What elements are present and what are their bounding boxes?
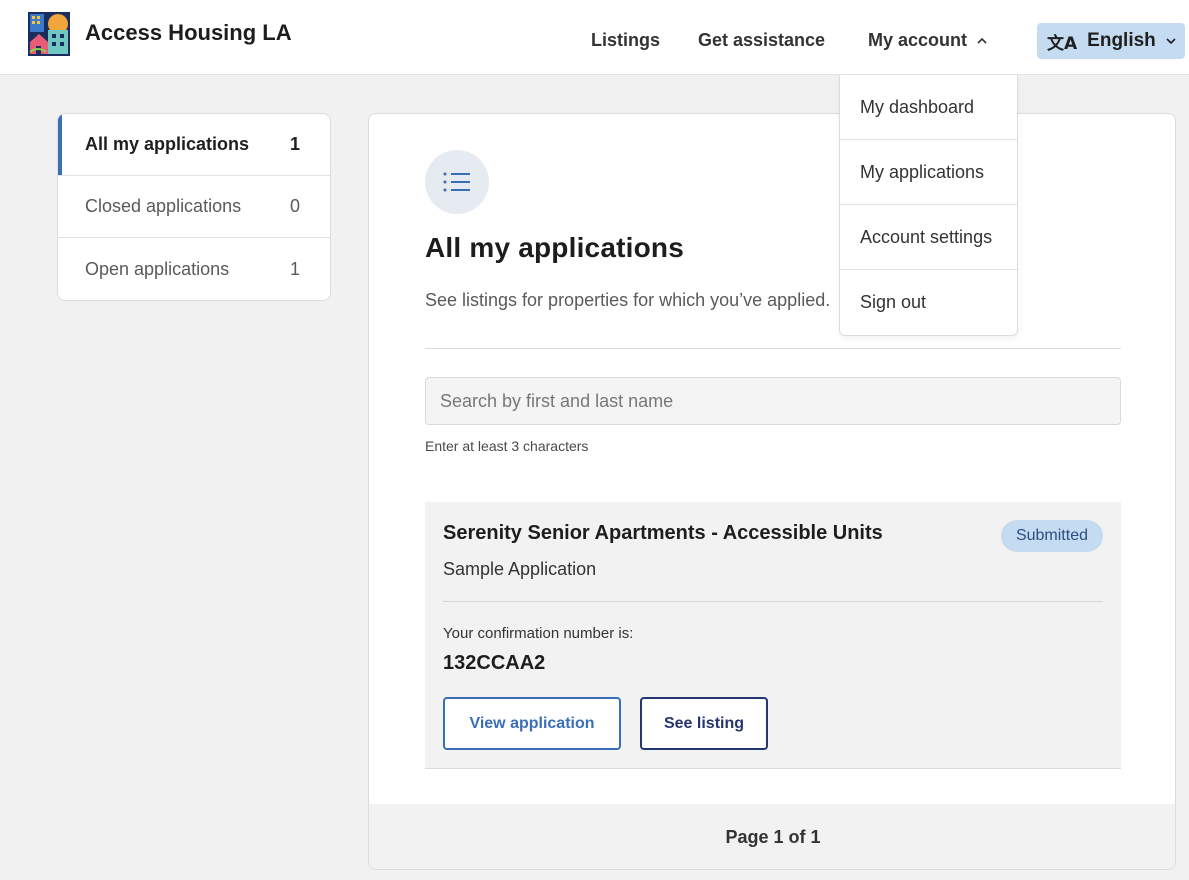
list-icon-circle bbox=[425, 150, 489, 214]
menu-item-my-dashboard[interactable]: My dashboard bbox=[840, 75, 1017, 140]
sidebar-item-closed-applications[interactable]: Closed applications 0 bbox=[58, 176, 330, 238]
view-application-button[interactable]: View application bbox=[443, 697, 621, 750]
translate-icon: 文A bbox=[1047, 33, 1078, 54]
sidebar-item-count: 1 bbox=[289, 258, 300, 279]
applications-sidebar: All my applications 1 Closed application… bbox=[57, 113, 331, 301]
sidebar-item-label: Open applications bbox=[85, 258, 230, 279]
pagination: Page 1 of 1 bbox=[369, 804, 1175, 869]
application-listing-name: Serenity Senior Apartments - Accessible … bbox=[443, 522, 883, 544]
divider bbox=[425, 348, 1121, 349]
divider bbox=[443, 601, 1103, 602]
status-badge: Submitted bbox=[1000, 520, 1103, 552]
application-type: Sample Application bbox=[443, 559, 597, 579]
chevron-up-icon bbox=[977, 37, 987, 44]
language-label: English bbox=[1087, 30, 1156, 51]
search-hint: Enter at least 3 characters bbox=[425, 438, 589, 454]
site-header: Access Housing LA Listings Get assistanc… bbox=[0, 0, 1189, 75]
application-card: Serenity Senior Apartments - Accessible … bbox=[425, 502, 1121, 769]
confirmation-number: 132CCAA2 bbox=[443, 652, 546, 674]
sidebar-item-count: 0 bbox=[289, 196, 300, 216]
confirmation-label: Your confirmation number is: bbox=[443, 625, 634, 642]
sidebar-item-label: All my applications bbox=[85, 134, 250, 154]
nav-my-account[interactable]: My account bbox=[868, 30, 989, 51]
list-icon bbox=[443, 172, 470, 192]
page-subtitle: See listings for properties for which yo… bbox=[425, 290, 831, 310]
applications-panel: All my applications See listings for pro… bbox=[368, 113, 1176, 870]
access-housing-logo-icon[interactable] bbox=[26, 12, 72, 56]
menu-item-my-applications[interactable]: My applications bbox=[840, 140, 1017, 205]
brand-name[interactable]: Access Housing LA bbox=[85, 20, 292, 46]
search-input[interactable] bbox=[425, 377, 1121, 425]
nav-get-assistance[interactable]: Get assistance bbox=[698, 30, 825, 51]
see-listing-button[interactable]: See listing bbox=[640, 697, 768, 750]
nav-my-account-label: My account bbox=[868, 30, 968, 50]
sidebar-item-count: 1 bbox=[289, 134, 300, 154]
chevron-down-icon bbox=[1166, 38, 1176, 45]
sidebar-item-all-applications[interactable]: All my applications 1 bbox=[58, 114, 330, 176]
page-title: All my applications bbox=[425, 232, 684, 263]
account-dropdown-menu: My dashboard My applications Account set… bbox=[839, 75, 1018, 336]
pagination-label: Page 1 of 1 bbox=[725, 826, 821, 847]
menu-item-account-settings[interactable]: Account settings bbox=[840, 205, 1017, 270]
menu-item-sign-out[interactable]: Sign out bbox=[840, 270, 1017, 335]
sidebar-item-open-applications[interactable]: Open applications 1 bbox=[58, 238, 330, 300]
nav-listings[interactable]: Listings bbox=[591, 30, 660, 51]
sidebar-item-label: Closed applications bbox=[85, 196, 242, 216]
language-selector[interactable]: 文A English bbox=[1037, 23, 1185, 59]
